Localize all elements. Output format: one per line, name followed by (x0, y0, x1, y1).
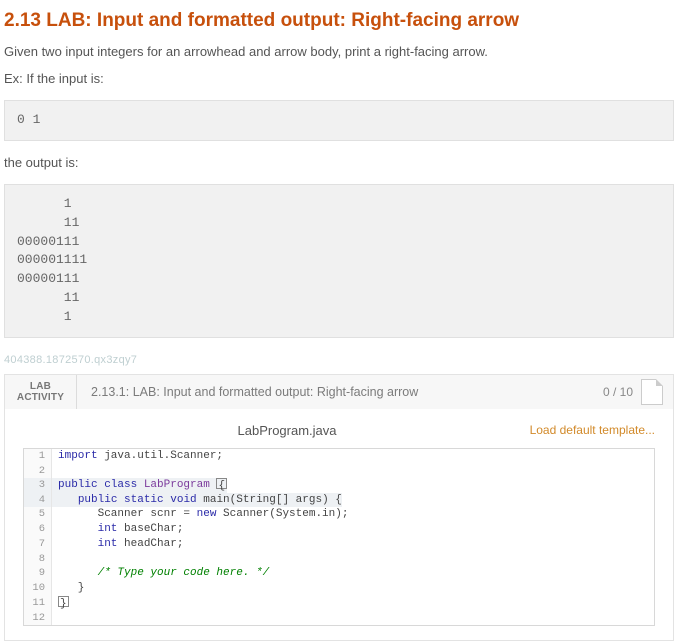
code-line[interactable]: 8 (24, 552, 654, 566)
score-text: 0 / 10 (603, 385, 633, 399)
line-number: 1 (24, 449, 52, 464)
code-line[interactable]: 11} (24, 596, 654, 611)
file-bar: LabProgram.java Load default template... (5, 409, 673, 448)
code-content[interactable] (52, 464, 58, 478)
filename-label: LabProgram.java (238, 423, 337, 438)
code-content[interactable] (52, 552, 58, 566)
line-number: 7 (24, 537, 52, 552)
code-content[interactable]: public class LabProgram { (52, 478, 227, 493)
line-number: 6 (24, 522, 52, 537)
cursor-indicator: { (216, 478, 227, 489)
line-number: 5 (24, 507, 52, 522)
line-number: 4 (24, 493, 52, 508)
line-number: 12 (24, 611, 52, 625)
output-intro: the output is: (0, 155, 678, 180)
load-default-template-link[interactable]: Load default template... (530, 423, 655, 437)
code-content[interactable]: int headChar; (52, 537, 183, 552)
lab-activity-card: LAB ACTIVITY 2.13.1: LAB: Input and form… (4, 374, 674, 641)
code-content[interactable]: Scanner scnr = new Scanner(System.in); (52, 507, 348, 522)
code-line[interactable]: 3public class LabProgram { (24, 478, 654, 493)
lab-badge-bottom: ACTIVITY (17, 392, 64, 403)
code-line[interactable]: 2 (24, 464, 654, 478)
lab-badge: LAB ACTIVITY (5, 375, 77, 409)
code-content[interactable]: public static void main(String[] args) { (52, 493, 342, 508)
line-number: 11 (24, 596, 52, 611)
line-number: 10 (24, 581, 52, 596)
watermark-text: 404388.1872570.qx3zqy7 (0, 352, 678, 374)
description-text: Given two input integers for an arrowhea… (0, 44, 678, 71)
code-line[interactable]: 12 (24, 611, 654, 625)
code-content[interactable]: } (52, 581, 84, 596)
lab-title: 2.13.1: LAB: Input and formatted output:… (77, 375, 603, 409)
example-output-box: 1 11 00000111 000001111 00000111 11 1 (4, 184, 674, 338)
lab-header: LAB ACTIVITY 2.13.1: LAB: Input and form… (5, 375, 673, 409)
code-line[interactable]: 6 int baseChar; (24, 522, 654, 537)
code-content[interactable] (52, 611, 58, 625)
code-line[interactable]: 7 int headChar; (24, 537, 654, 552)
page-title: 2.13 LAB: Input and formatted output: Ri… (0, 0, 678, 44)
example-intro: Ex: If the input is: (0, 71, 678, 96)
code-line[interactable]: 5 Scanner scnr = new Scanner(System.in); (24, 507, 654, 522)
line-number: 3 (24, 478, 52, 493)
cursor-indicator: } (58, 596, 69, 607)
score-page-icon (641, 379, 663, 405)
example-input-box: 0 1 (4, 100, 674, 141)
line-number: 2 (24, 464, 52, 478)
line-number: 8 (24, 552, 52, 566)
code-editor[interactable]: 1import java.util.Scanner;23public class… (23, 448, 655, 626)
code-content[interactable]: } (52, 596, 69, 611)
code-content[interactable]: import java.util.Scanner; (52, 449, 223, 464)
code-line[interactable]: 4 public static void main(String[] args)… (24, 493, 654, 508)
code-line[interactable]: 10 } (24, 581, 654, 596)
code-content[interactable]: int baseChar; (52, 522, 183, 537)
lab-badge-top: LAB (30, 381, 51, 392)
lab-score: 0 / 10 (603, 375, 673, 409)
code-line[interactable]: 1import java.util.Scanner; (24, 449, 654, 464)
